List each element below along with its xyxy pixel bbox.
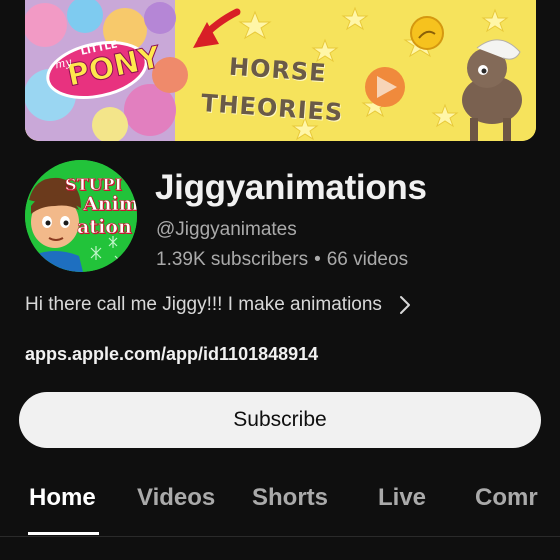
stats-separator: •: [314, 249, 321, 270]
tab-live[interactable]: Live: [378, 484, 426, 512]
tab-home[interactable]: Home: [29, 484, 96, 512]
channel-link[interactable]: apps.apple.com/app/id1101848914: [25, 344, 318, 365]
tab-community[interactable]: Comr: [475, 484, 538, 512]
subscriber-count: 1.39K subscribers: [156, 249, 309, 270]
avatar-text-line-1: STUPI: [65, 175, 123, 195]
channel-name: Jiggyanimations: [155, 168, 427, 207]
subscribe-button[interactable]: Subscribe: [19, 392, 541, 448]
tabs-divider: [0, 536, 560, 537]
channel-handle: @Jiggyanimates: [156, 219, 297, 240]
avatar-text-line-2: Anim: [83, 193, 137, 216]
chevron-right-icon[interactable]: [397, 294, 413, 316]
channel-banner: PONY LITTLE my HORSE THEORIES: [25, 0, 536, 141]
channel-tabs: Home Videos Shorts Live Comr: [0, 470, 560, 540]
channel-description[interactable]: Hi there call me Jiggy!!! I make animati…: [25, 294, 425, 318]
avatar-text-line-3: ation: [77, 216, 132, 239]
active-tab-indicator: [28, 532, 99, 535]
tab-videos[interactable]: Videos: [137, 484, 215, 512]
channel-avatar[interactable]: STUPI Anim ation: [25, 160, 137, 272]
tab-shorts[interactable]: Shorts: [252, 484, 328, 512]
video-count: 66 videos: [326, 249, 409, 270]
channel-stats: 1.39K subscribers • 66 videos: [156, 249, 408, 271]
